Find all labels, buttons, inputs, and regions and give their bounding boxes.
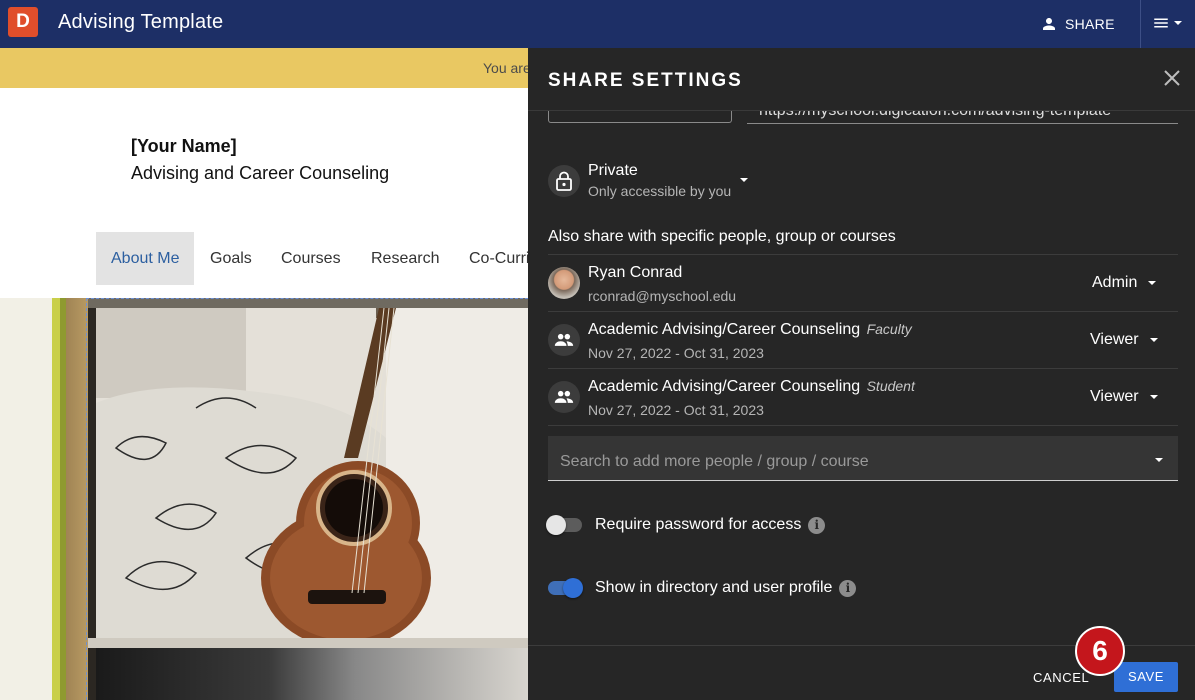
share-entry-dates: Nov 27, 2022 - Oct 31, 2023 [588,345,764,361]
tab-about-me[interactable]: About Me [96,232,195,285]
row-divider [548,425,1178,426]
app-logo[interactable]: D [8,7,38,37]
share-entry-dates: Nov 27, 2022 - Oct 31, 2023 [588,402,764,418]
selected-block-outline [86,298,528,700]
privacy-description: Only accessible by you [588,183,732,199]
avatar [548,267,580,299]
share-entry-name: Academic Advising/Career Counseling [588,378,861,395]
share-entry-role-tag: Faculty [866,321,912,337]
role-dropdown-admin[interactable]: Admin [1092,274,1157,292]
hamburger-menu-icon [1154,18,1168,28]
tab-co-curricular[interactable]: Co-Curri [469,232,529,285]
show-in-directory-label: Show in directory and user profile [595,579,833,596]
info-icon[interactable]: i [808,516,826,534]
app-header: D Advising Template SHARE [0,0,1195,48]
also-share-heading: Also share with specific people, group o… [548,228,896,245]
appbar-divider [1140,0,1141,48]
caret-down-icon [1149,338,1158,342]
info-icon[interactable]: i [839,579,857,597]
caret-down-icon [1174,21,1182,25]
group-icon [548,324,580,356]
require-password-toggle-row: Require password for access i [546,515,826,535]
role-dropdown-viewer[interactable]: Viewer [1090,331,1159,349]
share-entry-email: rconrad@myschool.edu [588,288,737,304]
share-entry-name: Academic Advising/Career Counseling [588,321,861,338]
books-image [0,298,88,700]
portfolio-owner-name: [Your Name] [131,136,237,156]
main-menu-button[interactable] [1152,14,1183,32]
share-url-text: https://myschool.digication.com/advising… [759,111,1111,120]
link-type-field[interactable] [548,111,732,123]
search-placeholder: Search to add more people / group / cour… [560,453,869,470]
cancel-button[interactable]: CANCEL [1033,670,1089,685]
group-icon [548,381,580,413]
notice-banner-text: You are [483,60,531,76]
share-entry-ryan-conrad: Ryan Conrad rconrad@myschool.edu Admin [548,255,1178,311]
portfolio-subtitle: Advising and Career Counseling [131,163,390,183]
privacy-dropdown[interactable]: Private Only accessible by you [548,162,749,199]
tab-courses[interactable]: Courses [281,232,341,285]
caret-down-icon [740,177,749,182]
app-title: Advising Template [58,11,224,33]
caret-down-icon [1149,395,1158,399]
portfolio-page: [Your Name] Advising and Career Counseli… [0,88,529,298]
share-entry-faculty-group: Academic Advising/Career Counseling Facu… [548,312,1178,368]
share-entry-role-tag: Student [866,378,915,394]
caret-down-icon[interactable] [1154,455,1164,465]
person-icon [1043,18,1055,30]
share-url-field[interactable]: https://myschool.digication.com/advising… [747,111,1178,124]
save-button[interactable]: SAVE [1114,662,1178,692]
caret-down-icon [1148,281,1157,285]
close-icon [1164,70,1180,86]
step-number-badge: 6 [1075,626,1125,676]
tab-research[interactable]: Research [371,232,439,285]
show-in-directory-toggle[interactable] [546,578,583,598]
share-entry-student-group: Academic Advising/Career Counseling Stud… [548,369,1178,425]
lock-icon [548,164,580,197]
share-button-label: SHARE [1065,16,1115,32]
role-label: Admin [1092,274,1138,291]
require-password-toggle[interactable] [546,515,583,535]
privacy-label: Private [588,162,638,179]
tab-goals[interactable]: Goals [210,232,252,285]
require-password-label: Require password for access [595,516,802,533]
notice-banner: You are [0,48,531,88]
share-button[interactable]: SHARE [1040,0,1115,48]
role-label: Viewer [1090,388,1139,405]
add-people-search-input[interactable]: Search to add more people / group / cour… [548,436,1178,481]
close-button[interactable] [1162,68,1182,88]
share-entry-name: Ryan Conrad [588,264,683,281]
share-settings-panel: SHARE SETTINGS https://myschool.digicati… [528,48,1195,700]
role-dropdown-viewer[interactable]: Viewer [1090,388,1159,406]
panel-title: SHARE SETTINGS [548,70,743,91]
show-in-directory-toggle-row: Show in directory and user profile i [546,578,857,598]
role-label: Viewer [1090,331,1139,348]
